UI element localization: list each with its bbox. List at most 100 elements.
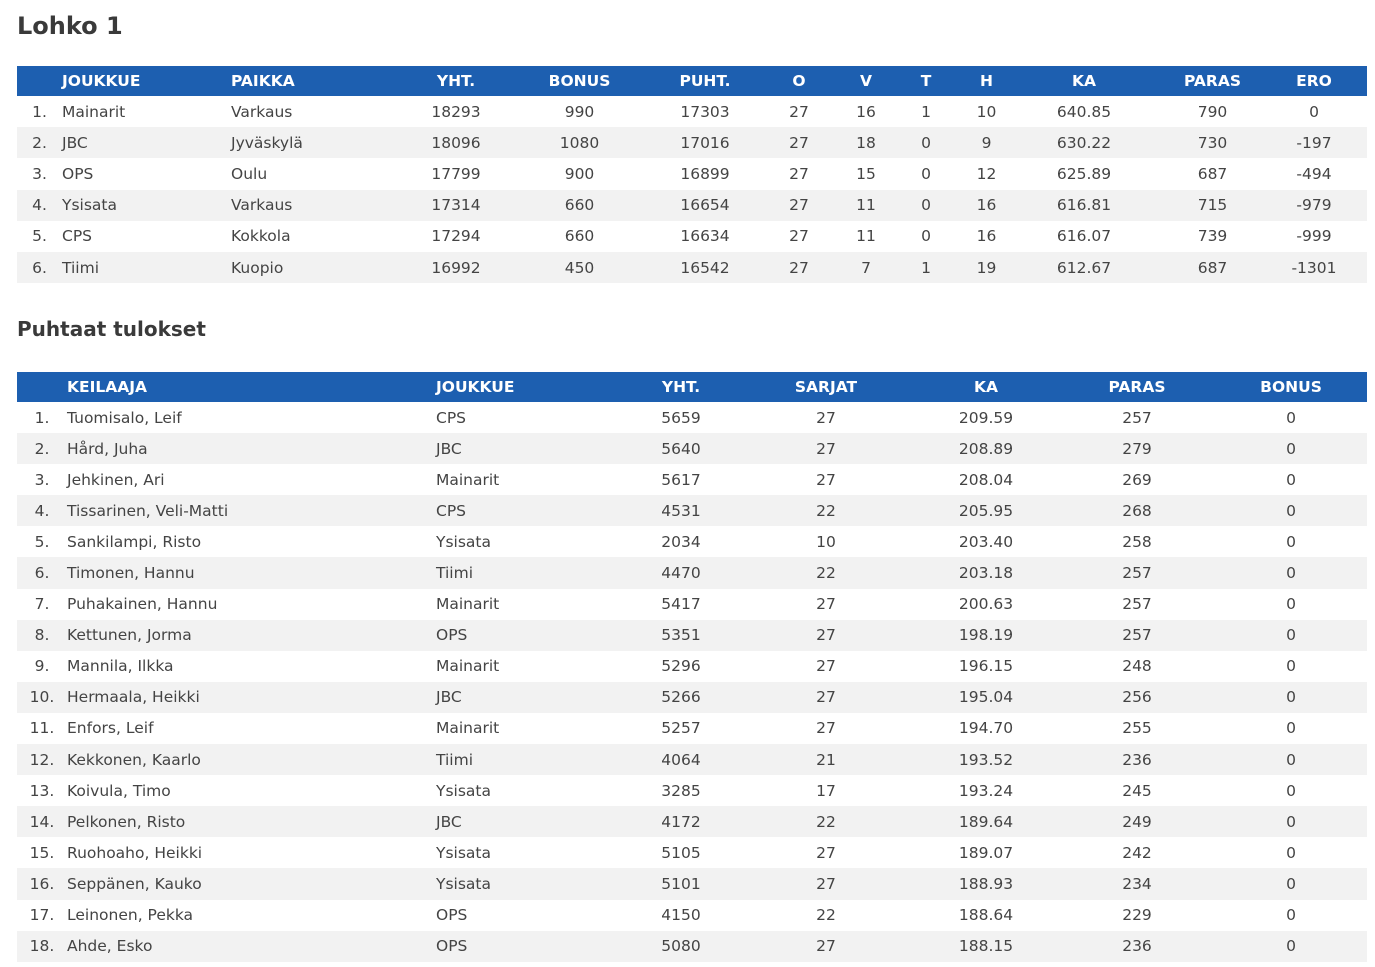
team-cell[interactable]: Tiimi [436,744,623,775]
ero-cell: -197 [1296,133,1332,152]
sarjat-cell: 27 [816,626,836,645]
yht-cell: 5296 [661,657,701,676]
table-row: 1. Mainarit Varkaus 18293 990 17303 27 16 1 10 640… [17,96,1367,128]
yht-cell: 4064 [661,750,701,769]
sarjat-cell: 27 [816,408,836,427]
team-cell[interactable]: Mainarit [436,651,623,682]
player-name-cell[interactable]: Ruohoaho, Heikki [67,837,436,868]
player-name-cell[interactable]: Tissarinen, Veli-Matti [67,495,436,526]
paikka-header[interactable]: PAIKKA [231,66,414,96]
rank-cell: 15. [29,843,55,862]
yht-cell: 17799 [431,164,481,183]
paras-cell: 739 [1197,227,1228,246]
team-cell[interactable]: OPS [436,620,623,651]
sarjat-cell: 22 [816,564,836,583]
team-cell[interactable]: Tiimi [62,252,231,283]
ka-header[interactable]: KA [913,372,1059,402]
v-cell: 11 [856,196,876,215]
bonus-header[interactable]: BONUS [498,66,661,96]
keilaaja-header[interactable]: KEILAAJA [67,372,436,402]
ka-cell: 194.70 [958,719,1014,738]
rank-cell: 5. [32,227,47,246]
ero-cell: -999 [1296,227,1332,246]
joukkue-header[interactable]: JOUKKUE [436,372,623,402]
bonus-header[interactable]: BONUS [1215,372,1367,402]
table-row: 2. Hård, Juha JBC 5640 27 208.89 279 0 [17,433,1367,465]
ero-cell: 0 [1309,102,1319,121]
yht-header[interactable]: YHT. [623,372,739,402]
paras-header[interactable]: PARAS [1059,372,1215,402]
sarjat-cell: 21 [816,750,836,769]
team-cell[interactable]: JBC [436,682,623,713]
table-row: 6. Timonen, Hannu Tiimi 4470 22 203.18 257 0 [17,557,1367,589]
ka-cell: 616.07 [1056,227,1112,246]
ka-cell: 193.52 [958,750,1014,769]
team-cell[interactable]: OPS [436,900,623,931]
ka-cell: 189.64 [958,812,1014,831]
player-name-cell[interactable]: Hård, Juha [67,433,436,464]
bonus-cell: 0 [1286,532,1296,551]
player-name-cell[interactable]: Enfors, Leif [67,713,436,744]
team-cell[interactable]: Mainarit [436,713,623,744]
team-cell[interactable]: OPS [62,158,231,189]
player-name-cell[interactable]: Seppänen, Kauko [67,868,436,899]
team-cell[interactable]: Ysisata [62,190,231,221]
t-header[interactable]: T [883,66,969,96]
ka-cell: 612.67 [1056,258,1112,277]
yht-cell: 18293 [431,102,481,121]
puht-header[interactable]: PUHT. [661,66,749,96]
table-row: 17. Leinonen, Pekka OPS 4150 22 188.64 229 0 [17,899,1367,931]
team-cell[interactable]: JBC [436,806,623,837]
player-name-cell[interactable]: Timonen, Hannu [67,557,436,588]
yht-cell: 3285 [661,781,701,800]
ka-header[interactable]: KA [1004,66,1164,96]
joukkue-header[interactable]: JOUKKUE [62,66,231,96]
team-cell[interactable]: Mainarit [436,464,623,495]
yht-header[interactable]: YHT. [414,66,498,96]
player-name-cell[interactable]: Sankilampi, Risto [67,526,436,557]
o-header[interactable]: O [749,66,849,96]
yht-cell: 4531 [661,501,701,520]
paras-header[interactable]: PARAS [1164,66,1261,96]
player-name-cell[interactable]: Tuomisalo, Leif [67,402,436,433]
team-cell[interactable]: JBC [62,127,231,158]
player-name-cell[interactable]: Koivula, Timo [67,775,436,806]
player-name-cell[interactable]: Hermaala, Heikki [67,682,436,713]
team-cell[interactable]: Mainarit [62,96,231,127]
player-name-cell[interactable]: Kekkonen, Kaarlo [67,744,436,775]
sarjat-header[interactable]: SARJAT [739,372,913,402]
place-cell: Oulu [231,164,268,183]
team-cell[interactable]: Ysisata [436,868,623,899]
rank-header [17,66,62,96]
team-cell[interactable]: Ysisata [436,837,623,868]
player-name-cell[interactable]: Puhakainen, Hannu [67,589,436,620]
h-header[interactable]: H [969,66,1004,96]
player-name-cell[interactable]: Ahde, Esko [67,931,436,962]
player-name-cell[interactable]: Leinonen, Pekka [67,900,436,931]
team-cell[interactable]: Ysisata [436,526,623,557]
player-name-cell[interactable]: Jehkinen, Ari [67,464,436,495]
table-row: 3. OPS Oulu 17799 900 16899 27 15 0 12 625.89 687 -4… [17,158,1367,190]
team-cell[interactable]: CPS [436,402,623,433]
t-cell: 0 [921,164,931,183]
ero-header[interactable]: ERO [1261,66,1367,96]
sarjat-cell: 27 [816,470,836,489]
v-header[interactable]: V [849,66,883,96]
player-name-cell[interactable]: Pelkonen, Risto [67,806,436,837]
team-cell[interactable]: OPS [436,931,623,962]
rank-cell: 10. [29,688,55,707]
player-name-cell[interactable]: Kettunen, Jorma [67,620,436,651]
bonus-cell: 0 [1286,626,1296,645]
sarjat-cell: 27 [816,874,836,893]
team-cell[interactable]: JBC [436,433,623,464]
bonus-cell: 0 [1286,937,1296,956]
players-header-row: KEILAAJA JOUKKUE YHT. SARJAT KA PARAS BO… [17,372,1367,402]
team-cell[interactable]: Ysisata [436,775,623,806]
team-cell[interactable]: Mainarit [436,589,623,620]
yht-cell: 5640 [661,439,701,458]
player-name-cell[interactable]: Mannila, Ilkka [67,651,436,682]
team-cell[interactable]: Tiimi [436,557,623,588]
ka-cell: 188.15 [958,937,1014,956]
team-cell[interactable]: CPS [436,495,623,526]
team-cell[interactable]: CPS [62,221,231,252]
